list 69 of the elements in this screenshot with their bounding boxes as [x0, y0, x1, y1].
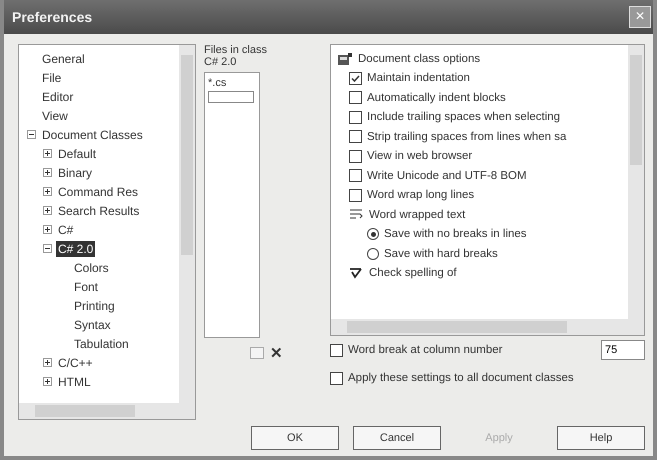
tree-item[interactable]: General [40, 50, 87, 66]
file-pattern[interactable]: *.cs [208, 77, 256, 89]
option-label: Maintain indentation [367, 72, 470, 84]
tree-item[interactable]: C/C++ [56, 354, 95, 370]
tree-item[interactable]: Syntax [72, 316, 113, 332]
spellcheck-icon [349, 266, 364, 280]
tree-item[interactable]: Binary [56, 164, 94, 180]
checkbox[interactable] [330, 344, 343, 356]
tree-item[interactable]: C# 2.0 [56, 240, 96, 256]
window-title: Preferences [12, 9, 92, 25]
dialog-button[interactable]: Help [557, 426, 645, 450]
collapse-icon[interactable] [27, 130, 36, 139]
horizontal-scrollbar[interactable] [19, 403, 195, 419]
expand-icon[interactable] [43, 377, 52, 386]
checkbox[interactable] [349, 110, 362, 124]
vertical-scrollbar[interactable] [628, 45, 644, 319]
expand-icon[interactable] [43, 149, 52, 158]
option-label: Apply these settings to all document classes [348, 372, 574, 384]
checkbox[interactable] [349, 130, 362, 144]
option-label: Strip trailing spaces from lines when sa [367, 130, 566, 143]
option-label: Include trailing spaces when selecting [367, 111, 560, 124]
dialog-button[interactable]: OK [251, 426, 339, 450]
tree-item[interactable]: HTML [56, 374, 93, 390]
option-label: Word wrap long lines [367, 189, 474, 202]
horizontal-scrollbar[interactable] [331, 319, 644, 335]
checkbox[interactable] [349, 150, 362, 163]
tree-item[interactable]: File [40, 70, 64, 86]
dialog-button[interactable]: Cancel [353, 426, 441, 450]
radio-button[interactable] [367, 248, 379, 260]
expand-icon[interactable] [43, 187, 52, 196]
input-field[interactable] [208, 91, 254, 103]
class-name-label: C# 2.0 [204, 56, 238, 68]
tree-item[interactable]: Font [72, 278, 100, 294]
tree-item[interactable]: C# [56, 222, 76, 238]
tree-item[interactable]: Printing [72, 298, 117, 314]
expand-icon[interactable] [43, 168, 52, 177]
tree-item[interactable]: Search Results [56, 202, 142, 218]
settings-icon [337, 52, 353, 66]
tree-item[interactable]: Command Res [56, 184, 140, 200]
delete-button[interactable]: ✕ [270, 344, 283, 362]
checkbox[interactable] [349, 169, 362, 182]
option-label: Automatically indent blocks [367, 92, 506, 104]
checkbox[interactable] [349, 91, 362, 104]
collapse-icon[interactable] [43, 244, 52, 253]
option-label: View in web browser [367, 150, 472, 162]
checkbox[interactable] [330, 372, 343, 384]
expand-icon[interactable] [43, 225, 52, 234]
option-label: Save with hard breaks [384, 248, 498, 260]
tree-item[interactable]: Default [56, 146, 98, 162]
vertical-scrollbar[interactable] [179, 45, 195, 403]
tree-item[interactable]: Editor [40, 88, 76, 104]
tree-item[interactable]: Tabulation [72, 336, 131, 352]
files-label: Files in class [204, 44, 268, 56]
section-heading: Document class options [358, 52, 480, 65]
wrap-icon [349, 208, 364, 222]
option-label: Word break at column number [348, 344, 504, 356]
group-label: Word wrapped text [369, 208, 466, 221]
radio-button[interactable] [367, 228, 379, 240]
column-number-field[interactable]: 75 [601, 340, 645, 360]
tree-item[interactable]: View [40, 108, 70, 124]
option-label: Write Unicode and UTF-8 BOM [367, 170, 527, 182]
checkbox[interactable] [349, 72, 362, 85]
checkbox[interactable] [349, 188, 362, 202]
tree-item[interactable]: Colors [72, 260, 111, 276]
tree-item[interactable]: Document Classes [40, 126, 145, 142]
group-label: Check spelling of [369, 267, 457, 280]
expand-icon[interactable] [43, 206, 52, 215]
option-label: Save with no breaks in lines [384, 228, 527, 240]
expand-icon[interactable] [43, 358, 52, 367]
